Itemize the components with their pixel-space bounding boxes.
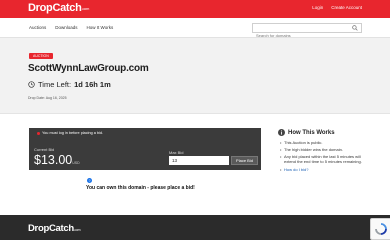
alert-text: You must log in before placing a bid. bbox=[42, 131, 104, 135]
how-it-works-title: How This Works bbox=[288, 129, 335, 136]
site-logo[interactable]: DropCatch.com bbox=[28, 2, 89, 14]
drop-date: Drop Date: Aug 16, 2025 bbox=[28, 96, 67, 100]
list-item: The high bidder wins the domain. bbox=[280, 147, 370, 152]
top-bar: DropCatch.com Login Create Account bbox=[0, 0, 390, 18]
nav-menu: Auctions Downloads How It Works bbox=[29, 25, 113, 30]
svg-text:?: ? bbox=[89, 179, 91, 183]
list-item: This Auction is public. bbox=[280, 140, 370, 145]
time-left-label: Time Left: bbox=[38, 80, 72, 89]
auction-badge: AUCTION bbox=[29, 53, 53, 59]
login-link[interactable]: Login bbox=[312, 5, 323, 10]
footer: DropCatch.com bbox=[0, 215, 390, 240]
footer-logo[interactable]: DropCatch.com bbox=[28, 223, 81, 234]
logo-text: DropCatch bbox=[28, 2, 82, 14]
main-nav: Auctions Downloads How It Works bbox=[0, 18, 390, 40]
help-icon: ? bbox=[87, 178, 92, 183]
recaptcha-icon bbox=[374, 223, 387, 235]
current-bid-label: Current Bid bbox=[34, 147, 55, 152]
current-bid-value: $13.00 bbox=[34, 153, 73, 167]
list-item: Any bid placed within the last 5 minutes… bbox=[280, 154, 370, 164]
nav-item-how-it-works[interactable]: How It Works bbox=[87, 25, 114, 30]
logo-suffix: .com bbox=[81, 6, 90, 11]
nav-item-auctions[interactable]: Auctions bbox=[29, 25, 46, 30]
account-links: Login Create Account bbox=[312, 5, 362, 10]
clock-icon bbox=[28, 81, 35, 88]
search-box bbox=[252, 23, 362, 40]
search-icon[interactable] bbox=[352, 25, 358, 31]
auction-header bbox=[0, 38, 390, 114]
alert-icon bbox=[37, 131, 40, 135]
login-alert: You must log in before placing a bid. bbox=[37, 131, 103, 135]
nav-item-downloads[interactable]: Downloads bbox=[55, 25, 77, 30]
footer-logo-suffix: .com bbox=[73, 228, 81, 232]
max-bid-input[interactable] bbox=[169, 156, 229, 165]
own-domain-prompt: You can own this domain - please place a… bbox=[86, 185, 195, 191]
info-icon bbox=[278, 129, 285, 136]
currency-label: USD bbox=[72, 161, 80, 165]
time-left: Time Left: 1d 16h 1m bbox=[28, 80, 111, 89]
max-bid-label: Max Bid bbox=[169, 150, 184, 155]
create-account-link[interactable]: Create Account bbox=[331, 5, 362, 10]
time-left-value: 1d 16h 1m bbox=[74, 80, 111, 89]
footer-logo-text: DropCatch bbox=[28, 223, 74, 234]
how-it-works-header: How This Works bbox=[278, 129, 335, 136]
how-it-works-list: This Auction is public. The high bidder … bbox=[280, 140, 370, 174]
bid-panel: You must log in before placing a bid. Cu… bbox=[29, 128, 261, 170]
current-bid: $13.00USD bbox=[34, 153, 80, 167]
how-do-i-bid-link[interactable]: How do I bid? bbox=[280, 167, 370, 172]
recaptcha-badge[interactable] bbox=[370, 218, 390, 240]
domain-title: ScottWynnLawGroup.com bbox=[28, 63, 149, 74]
place-bid-button[interactable]: Place Bid bbox=[231, 156, 258, 165]
